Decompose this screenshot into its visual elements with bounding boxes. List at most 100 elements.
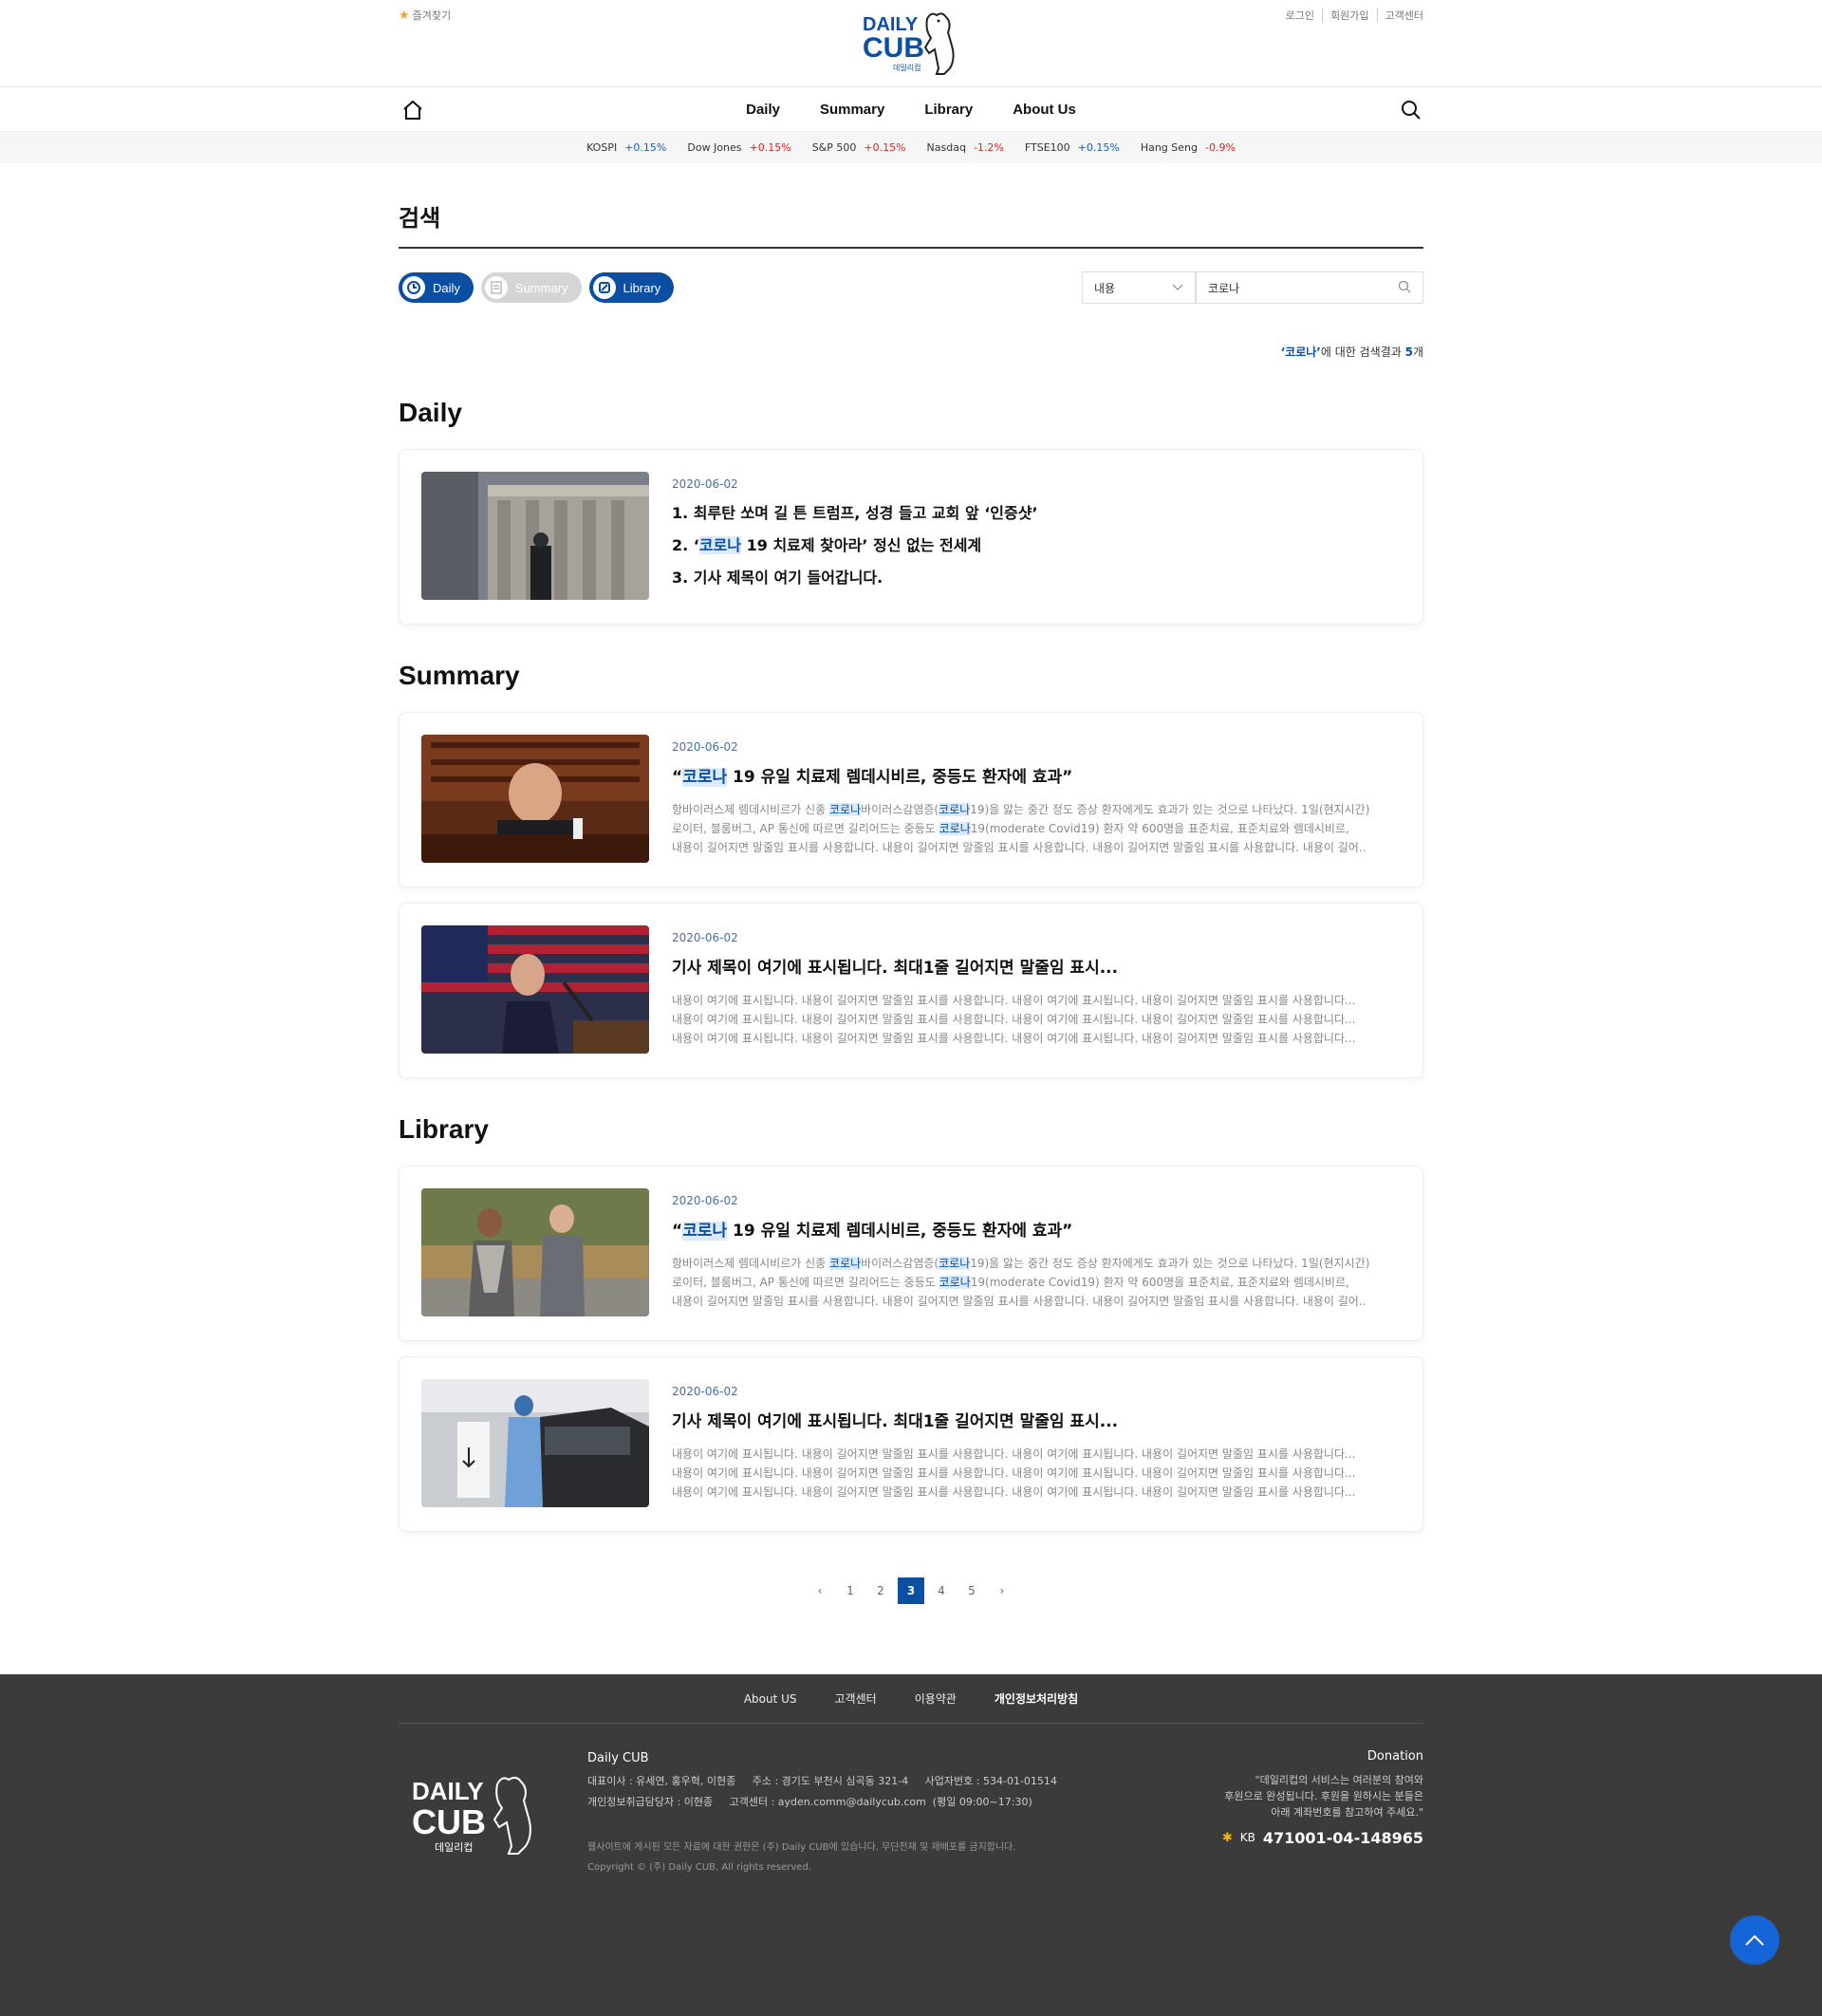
copyright-line-2: Copyright © (주) Daily CUB, All rights re…	[587, 1862, 811, 1873]
nav-item-summary[interactable]: Summary	[820, 102, 884, 118]
library-card[interactable]: 2020-06-02 기사 제목이 여기에 표시됩니다. 최대1줄 길어지면 말…	[399, 1356, 1423, 1532]
next-page-button[interactable]: ›	[989, 1577, 1015, 1604]
article-summary: 내용이 여기에 표시됩니다. 내용이 길어지면 말줄임 표시를 사용합니다. 내…	[672, 1445, 1379, 1502]
page-1-button[interactable]: 1	[837, 1577, 864, 1604]
summary-line-3: 내용이 길어지면 말줄임 표시를 사용합니다. 내용이 길어지면 말줄임 표시를…	[672, 1295, 1366, 1308]
title-text: 19 유일 치료제 렘데시비르, 중등도 환자에 효과”	[727, 768, 1073, 787]
headline-1[interactable]: 1. 최루탄 쏘며 길 튼 트럼프, 성경 들고 교회 앞 ‘인증샷’	[672, 500, 1038, 523]
footer-link-support[interactable]: 고객센터	[835, 1690, 877, 1707]
nav-item-daily[interactable]: Daily	[746, 102, 780, 118]
article-title[interactable]: “코로나 19 유일 치료제 렘데시비르, 중등도 환자에 효과”	[672, 763, 1379, 787]
section-heading-library: Library	[399, 1114, 489, 1144]
main-nav: Daily Summary Library About Us	[0, 87, 1822, 132]
article-body: 2020-06-02 기사 제목이 여기에 표시됩니다. 최대1줄 길어지면 말…	[672, 1379, 1379, 1509]
chevron-up-icon	[1745, 1934, 1764, 1946]
kb-bank-icon: ✱	[1221, 1831, 1233, 1845]
search-icon[interactable]	[1398, 280, 1411, 296]
summary-line-1: 항바이러스제 렘데시비르가 신종 코로나바이러스감염증(코로나19)을 앓는 중…	[672, 800, 1379, 819]
ticker-name: Hang Seng	[1140, 141, 1198, 154]
article-title[interactable]: 기사 제목이 여기에 표시됩니다. 최대1줄 길어지면 말줄임 표시...	[672, 954, 1379, 978]
scroll-to-top-button[interactable]	[1730, 1915, 1779, 1965]
footer-logo-sub: 데일리컵	[435, 1840, 473, 1854]
favorites-link[interactable]: ★ 즐겨찾기	[399, 8, 451, 23]
title-divider	[399, 247, 1423, 249]
search-icon[interactable]	[1399, 98, 1423, 122]
ticker-name: FTSE100	[1024, 141, 1070, 154]
library-card[interactable]: 2020-06-02 “코로나 19 유일 치료제 렘데시비르, 중등도 환자에…	[399, 1166, 1423, 1341]
summary-card[interactable]: 2020-06-02 “코로나 19 유일 치료제 렘데시비르, 중등도 환자에…	[399, 712, 1423, 887]
filter-library-button[interactable]: Library	[588, 272, 675, 303]
filter-library-label: Library	[623, 280, 661, 295]
donation-line-1: "데일리컵의 서비스는 여러분의 참여와	[1255, 1774, 1423, 1786]
footer-link-about[interactable]: About US	[744, 1692, 797, 1706]
keyword-highlight: 코로나	[939, 803, 971, 816]
page-4-button[interactable]: 4	[928, 1577, 955, 1604]
donation-title: Donation	[1366, 1749, 1423, 1764]
article-title[interactable]: 기사 제목이 여기에 표시됩니다. 최대1줄 길어지면 말줄임 표시...	[672, 1408, 1379, 1431]
page-5-button[interactable]: 5	[958, 1577, 985, 1604]
chevron-down-icon	[1172, 281, 1183, 294]
article-date: 2020-06-02	[672, 931, 738, 944]
bear-logo-icon: DAILY CUB 데일리컵	[863, 12, 955, 75]
footer-link-privacy[interactable]: 개인정보처리방침	[995, 1690, 1078, 1707]
ticker-item: Hang Seng -0.9%	[1141, 141, 1236, 154]
summary-text: 항바이러스제 렘데시비르가 신종	[672, 803, 830, 816]
summary-text: 19)을 앓는 중간 정도 증상 환자에게도 효과가 있는 것으로 나타났다. …	[970, 1257, 1370, 1270]
article-body: 2020-06-02 1. 최루탄 쏘며 길 튼 트럼프, 성경 들고 교회 앞…	[672, 472, 1038, 602]
article-summary: 항바이러스제 렘데시비르가 신종 코로나바이러스감염증(코로나19)을 앓는 중…	[672, 1254, 1379, 1311]
home-icon[interactable]	[400, 98, 425, 122]
search-scope-select[interactable]: 내용	[1082, 271, 1196, 304]
summary-text: 19(moderate Covid19) 환자 약 600명을 표준치료, 표준…	[970, 1276, 1349, 1289]
nav-item-library[interactable]: Library	[924, 102, 973, 118]
filter-daily-button[interactable]: Daily	[399, 272, 474, 303]
summary-card[interactable]: 2020-06-02 기사 제목이 여기에 표시됩니다. 최대1줄 길어지면 말…	[399, 903, 1423, 1078]
prev-page-button[interactable]: ‹	[807, 1577, 833, 1604]
summary-line-3: 내용이 길어지면 말줄임 표시를 사용합니다. 내용이 길어지면 말줄임 표시를…	[672, 841, 1366, 854]
article-summary: 내용이 여기에 표시됩니다. 내용이 길어지면 말줄임 표시를 사용합니다. 내…	[672, 991, 1379, 1048]
pagination: ‹ 1 2 3 4 5 ›	[399, 1577, 1423, 1604]
headline-3[interactable]: 3. 기사 제목이 여기 들어갑니다.	[672, 565, 1038, 588]
ticker-change: +0.15%	[864, 141, 906, 154]
filter-summary-button[interactable]: Summary	[480, 272, 582, 303]
summary-text: 19(moderate Covid19) 환자 약 600명을 표준치료, 표준…	[970, 822, 1349, 835]
keyword-highlight: 코로나	[939, 1257, 971, 1270]
support-link[interactable]: 고객센터	[1376, 8, 1423, 23]
headline-2[interactable]: 2. ‘코로나 19 치료제 찾아라’ 정신 없는 전세계	[672, 532, 1038, 555]
ticker-change: -0.9%	[1205, 141, 1236, 154]
keyword-highlight: 코로나	[829, 803, 862, 816]
search-input[interactable]: 코로나	[1196, 271, 1423, 304]
summary-line-1: 내용이 여기에 표시됩니다. 내용이 길어지면 말줄임 표시를 사용합니다. 내…	[672, 1447, 1356, 1461]
nav-item-about-us[interactable]: About Us	[1013, 102, 1076, 118]
title-text: 19 유일 치료제 렘데시비르, 중등도 환자에 효과”	[727, 1222, 1073, 1241]
ticker-change: +0.15%	[1077, 141, 1120, 154]
login-link[interactable]: 로그인	[1278, 8, 1322, 23]
article-thumbnail	[421, 735, 649, 863]
keyword-highlight: 코로나	[939, 1276, 971, 1289]
top-header: ★ 즐겨찾기 DAILY CUB 데일리컵 로그인 회원가입 고객센터	[0, 0, 1822, 87]
footer-link-terms[interactable]: 이용약관	[915, 1690, 957, 1707]
article-thumbnail	[421, 925, 649, 1054]
company-info-line-2: 개인정보취급담당자 : 이현종 고객센터 : ayden.comm@dailyc…	[587, 1796, 1032, 1808]
summary-text: 바이러스감염증(	[861, 803, 939, 816]
summary-line-2: 로이터, 블룸버그, AP 통신에 따르면 길리어드는 중등도 코로나19(mo…	[672, 819, 1379, 838]
section-heading-daily: Daily	[399, 398, 462, 427]
bear-logo-icon: DAILY CUB 데일리컵	[412, 1776, 531, 1855]
copyright-line-1: 웹사이트에 게시된 모든 자료에 대한 권한은 (주) Daily CUB에 있…	[587, 1842, 1016, 1853]
site-logo[interactable]: DAILY CUB 데일리컵	[859, 6, 963, 80]
page-2-button[interactable]: 2	[867, 1577, 894, 1604]
article-title[interactable]: “코로나 19 유일 치료제 렘데시비르, 중등도 환자에 효과”	[672, 1217, 1379, 1241]
section-heading-summary: Summary	[399, 661, 520, 690]
donation-line-3: 아래 계좌번호를 참고하여 주세요."	[1271, 1806, 1423, 1819]
favorites-label: 즐겨찾기	[412, 9, 452, 22]
result-count: ‘코로나’에 대한 검색결과 5개	[399, 344, 1423, 360]
daily-card[interactable]: 2020-06-02 1. 최루탄 쏘며 길 튼 트럼프, 성경 들고 교회 앞…	[399, 449, 1423, 625]
title-text: “	[672, 768, 683, 787]
result-number: 5	[1404, 345, 1413, 359]
summary-line-2: 로이터, 블룸버그, AP 통신에 따르면 길리어드는 중등도 코로나19(mo…	[672, 1273, 1379, 1292]
signup-link[interactable]: 회원가입	[1322, 8, 1376, 23]
footer-body: DAILY CUB 데일리컵 Daily CUB 대표이사 : 유세연, 홍우혁…	[399, 1724, 1423, 2008]
ticker-item: Nasdaq -1.2%	[927, 141, 1004, 154]
page-3-button[interactable]: 3	[898, 1577, 924, 1604]
logo-text-cub: CUB	[863, 32, 924, 64]
nav-menu: Daily Summary Library About Us	[746, 102, 1076, 118]
